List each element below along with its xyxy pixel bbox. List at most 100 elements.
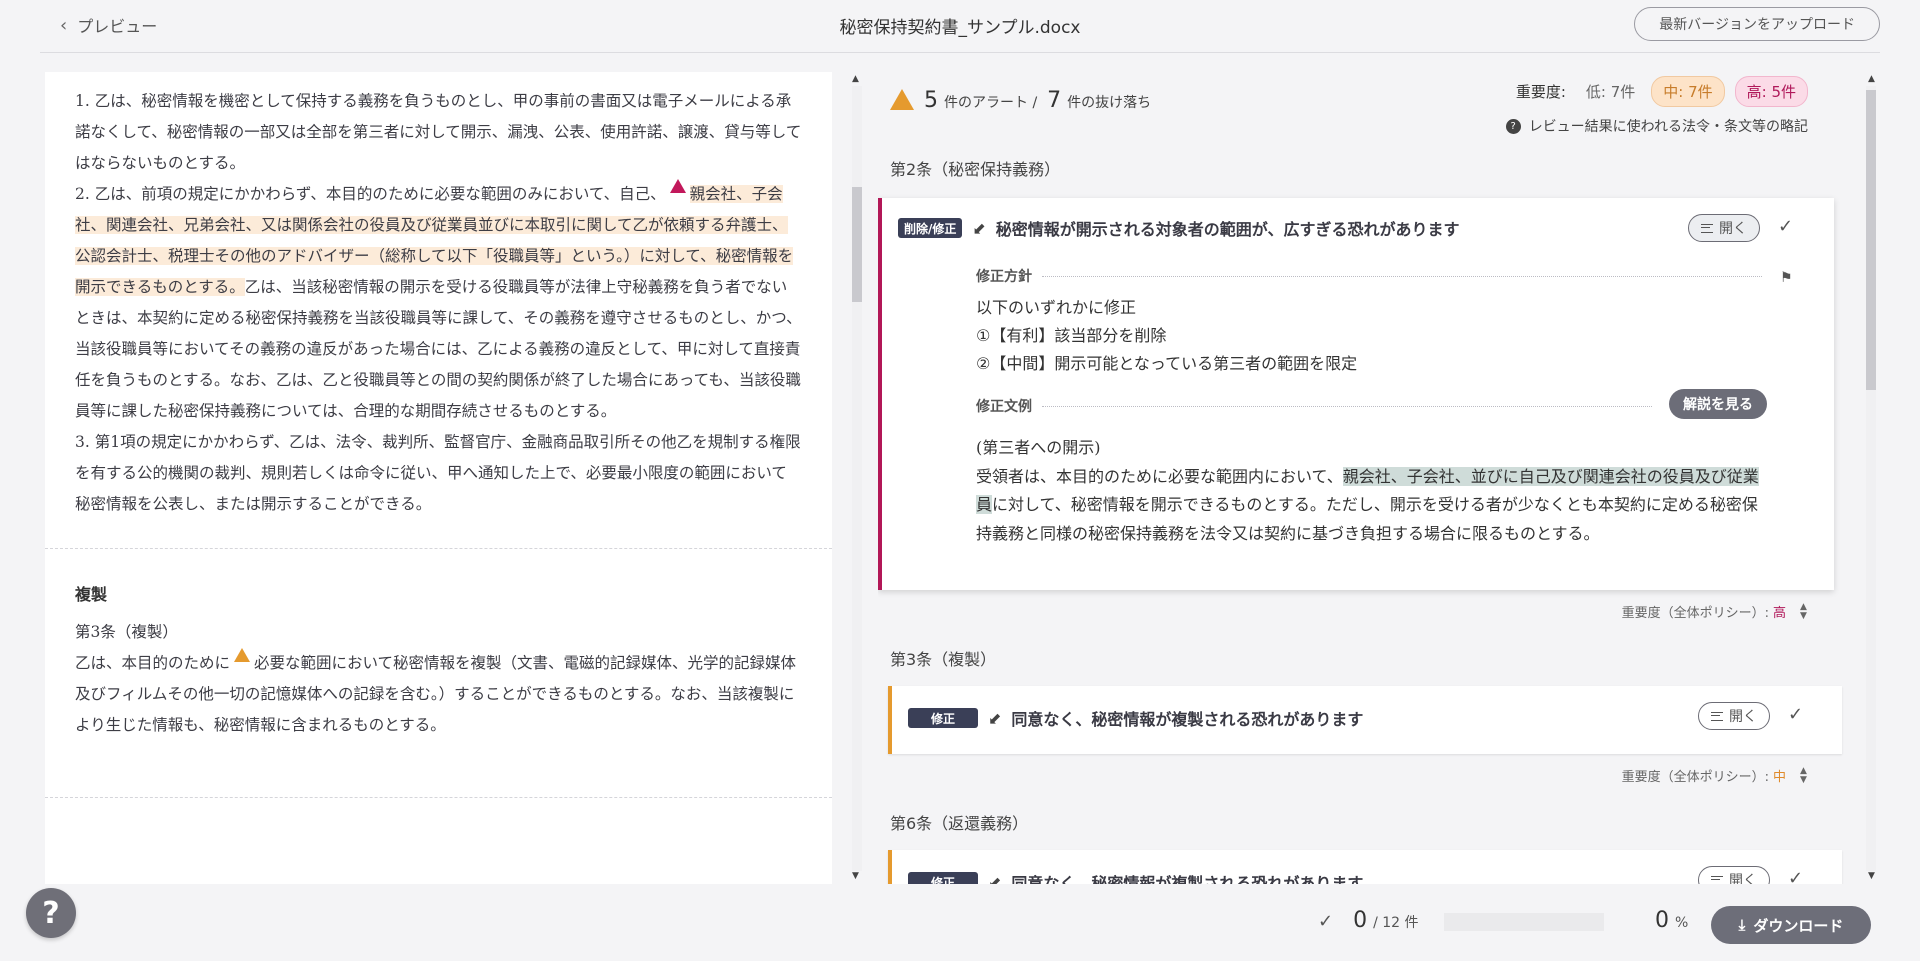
- scroll-thumb[interactable]: [1866, 90, 1876, 390]
- dotted-rule: [1042, 275, 1762, 277]
- flag-icon[interactable]: ⚑: [1780, 270, 1793, 286]
- sample-heading: (第三者への開示): [976, 438, 1101, 457]
- scroll-thumb[interactable]: [852, 187, 862, 302]
- policy-line: ①【有利】該当部分を削除: [976, 326, 1167, 345]
- help-icon[interactable]: ?: [26, 888, 76, 938]
- article-heading: 第3条（複製）: [75, 623, 178, 641]
- policy-lines: 以下のいずれかに修正 ①【有利】該当部分を削除 ②【中間】開示可能となっている第…: [976, 294, 1357, 378]
- omissions-count: 7: [1047, 88, 1062, 113]
- review-card-article3[interactable]: 修正 ⬋ 同意なく、秘密情報が複製される恐れがあります 開く ✓: [888, 686, 1842, 754]
- card-tag: 修正: [908, 708, 978, 728]
- check-icon[interactable]: ✓: [1788, 868, 1803, 884]
- document-pane[interactable]: 1. 乙は、秘密情報を機密として保持する義務を負うものとし、甲の事前の書面又は電…: [45, 72, 832, 884]
- severity-policy-value: 中: [1772, 770, 1786, 785]
- lines-icon: [1711, 711, 1723, 721]
- download-button[interactable]: ⤓ ダウンロード: [1711, 906, 1871, 944]
- sample-label-text: 修正文例: [976, 399, 1032, 415]
- done-count: 0: [1353, 908, 1368, 933]
- open-button[interactable]: 開く: [1698, 702, 1770, 730]
- download-label: ダウンロード: [1753, 916, 1844, 935]
- card-title-text: 秘密情報が開示される対象者の範囲が、広すぎる恐れがあります: [995, 220, 1460, 239]
- open-label: 開く: [1729, 709, 1757, 725]
- card-title: 修正 ⬋ 同意なく、秘密情報が複製される恐れがあります: [908, 706, 1363, 730]
- check-icon[interactable]: ✓: [1778, 216, 1793, 237]
- sample-text: (第三者への開示) 受領者は、本目的のために必要な範囲内において、親会社、子会社…: [976, 434, 1772, 548]
- percent-unit: %: [1675, 915, 1689, 931]
- paragraph-2-rest: 乙は、当該秘密情報の開示を受ける役職員等が法律上守秘義務を負う者でないときは、本…: [75, 278, 802, 420]
- document-paragraph-1: 1. 乙は、秘密情報を機密として保持する義務を負うものとし、甲の事前の書面又は電…: [75, 92, 802, 172]
- card-tag: 削除/修正: [898, 218, 963, 238]
- document-section-article3: 複製 第3条（複製） 乙は、本目的のために 必要な範囲において秘密情報を複製（文書…: [45, 549, 832, 797]
- scroll-down-arrow-icon[interactable]: ▼: [852, 871, 859, 881]
- back-label: プレビュー: [77, 17, 158, 36]
- scroll-down-arrow-icon[interactable]: ▼: [1868, 871, 1875, 881]
- article-heading-6: 第6条（返還義務）: [890, 814, 1029, 833]
- card-title-text: 同意なく、秘密情報が複製される恐れがあります: [1011, 874, 1364, 884]
- severity-low-filter[interactable]: 低: 7件: [1586, 81, 1635, 102]
- severity-filter: 重要度: 低: 7件 中: 7件 高: 5件: [1516, 76, 1808, 107]
- open-button[interactable]: 開く: [1698, 866, 1770, 884]
- severity-high-filter[interactable]: 高: 5件: [1734, 76, 1808, 107]
- edit-icon: ⬋: [988, 872, 1002, 885]
- review-scrollbar[interactable]: ▲ ▼: [1862, 72, 1882, 884]
- edit-icon: ⬋: [988, 708, 1002, 728]
- progress-bar: [1444, 913, 1604, 931]
- view-explanation-button[interactable]: 解説を見る: [1669, 389, 1767, 419]
- upload-latest-version-button[interactable]: 最新バージョンをアップロード: [1634, 7, 1880, 41]
- question-icon: ?: [1505, 118, 1521, 134]
- severity-policy[interactable]: 重要度（全体ポリシー）: 高 ▲ ▼: [1622, 602, 1808, 621]
- progress-percent: 0%: [1655, 908, 1688, 933]
- policy-label: 修正方針: [976, 266, 1762, 286]
- scroll-up-arrow-icon[interactable]: ▲: [852, 74, 859, 84]
- card-title-text: 同意なく、秘密情報が複製される恐れがあります: [1011, 710, 1364, 729]
- severity-mid-filter[interactable]: 中: 7件: [1651, 76, 1725, 107]
- article-heading-3: 第3条（複製）: [890, 650, 997, 669]
- policy-line: ②【中間】開示可能となっている第三者の範囲を限定: [976, 354, 1358, 373]
- updown-icon: ▲ ▼: [1800, 601, 1807, 621]
- severity-policy-label: 重要度（全体ポリシー）:: [1621, 770, 1769, 785]
- document-scrollbar[interactable]: ▲ ▼: [846, 72, 866, 884]
- card-title: 修正 ⬋ 同意なく、秘密情報が複製される恐れがあります: [908, 870, 1363, 884]
- lines-icon: [1711, 875, 1723, 884]
- review-card-article2[interactable]: 削除/修正 ⬋ 秘密情報が開示される対象者の範囲が、広すぎる恐れがあります 開く…: [878, 198, 1834, 590]
- back-to-preview-link[interactable]: ‹ プレビュー: [60, 13, 157, 37]
- severity-policy[interactable]: 重要度（全体ポリシー）: 中 ▲ ▼: [1622, 766, 1808, 785]
- alert-icon[interactable]: [669, 179, 686, 193]
- check-icon: ✓: [1318, 911, 1334, 932]
- edit-icon: ⬋: [972, 218, 986, 238]
- percent-value: 0: [1655, 908, 1669, 933]
- top-bar: ‹ プレビュー 秘密保持契約書_サンプル.docx 最新バージョンをアップロード: [0, 0, 1920, 52]
- open-label: 開く: [1729, 873, 1757, 884]
- open-button[interactable]: 開く: [1688, 214, 1760, 242]
- policy-label-text: 修正方針: [976, 269, 1032, 285]
- updown-icon: ▲ ▼: [1800, 765, 1807, 785]
- card-title: 削除/修正 ⬋ 秘密情報が開示される対象者の範囲が、広すぎる恐れがあります: [898, 216, 1459, 240]
- section-divider: [45, 797, 832, 798]
- review-progress: ✓ 0 / 12 件: [1318, 908, 1419, 933]
- alerts-label: 件のアラート /: [944, 95, 1038, 111]
- header-divider: [40, 52, 1880, 53]
- document-paragraph-article3: 乙は、本目的のために 必要な範囲において秘密情報を複製（文書、電磁的記録媒体、光学…: [45, 648, 832, 741]
- review-card-article6[interactable]: 修正 ⬋ 同意なく、秘密情報が複製される恐れがあります 開く ✓: [888, 850, 1842, 884]
- review-pane: 5 件のアラート / 7 件の抜け落ち 重要度: 低: 7件 中: 7件 高: …: [878, 72, 1868, 884]
- dotted-rule: [1042, 405, 1652, 407]
- omissions-label: 件の抜け落ち: [1067, 95, 1152, 111]
- document-paragraph-2: 2. 乙は、前項の規定にかかわらず、本目的のために必要な範囲のみにおいて、自己、…: [45, 179, 832, 427]
- scroll-up-arrow-icon[interactable]: ▲: [1868, 74, 1875, 84]
- document-section-article2: 1. 乙は、秘密情報を機密として保持する義務を負うものとし、甲の事前の書面又は電…: [45, 72, 832, 548]
- legal-abbrev-link[interactable]: ? レビュー結果に使われる法令・条文等の略記: [1505, 116, 1808, 136]
- sample-label: 修正文例: [976, 396, 1652, 416]
- chevron-left-icon: ‹: [60, 14, 68, 36]
- card-tag: 修正: [908, 872, 978, 884]
- download-icon: ⤓: [1738, 916, 1746, 934]
- severity-policy-value: 高: [1772, 606, 1786, 621]
- article-heading-2: 第2条（秘密保持義務）: [890, 160, 1061, 179]
- sample-rest: に対して、秘密情報を開示できるものとする。ただし、開示を受ける者が少なくとも本契…: [976, 495, 1758, 543]
- check-icon[interactable]: ✓: [1788, 704, 1803, 725]
- document-paragraph-3: 3. 第1項の規定にかかわらず、乙は、法令、裁判所、監督官庁、金融商品取引所その…: [75, 433, 801, 513]
- legal-abbrev-label: レビュー結果に使われる法令・条文等の略記: [1528, 119, 1808, 135]
- open-label: 開く: [1719, 221, 1747, 237]
- total-count: / 12 件: [1373, 915, 1419, 931]
- alerts-count: 5: [924, 88, 938, 113]
- warning-icon[interactable]: [234, 648, 251, 662]
